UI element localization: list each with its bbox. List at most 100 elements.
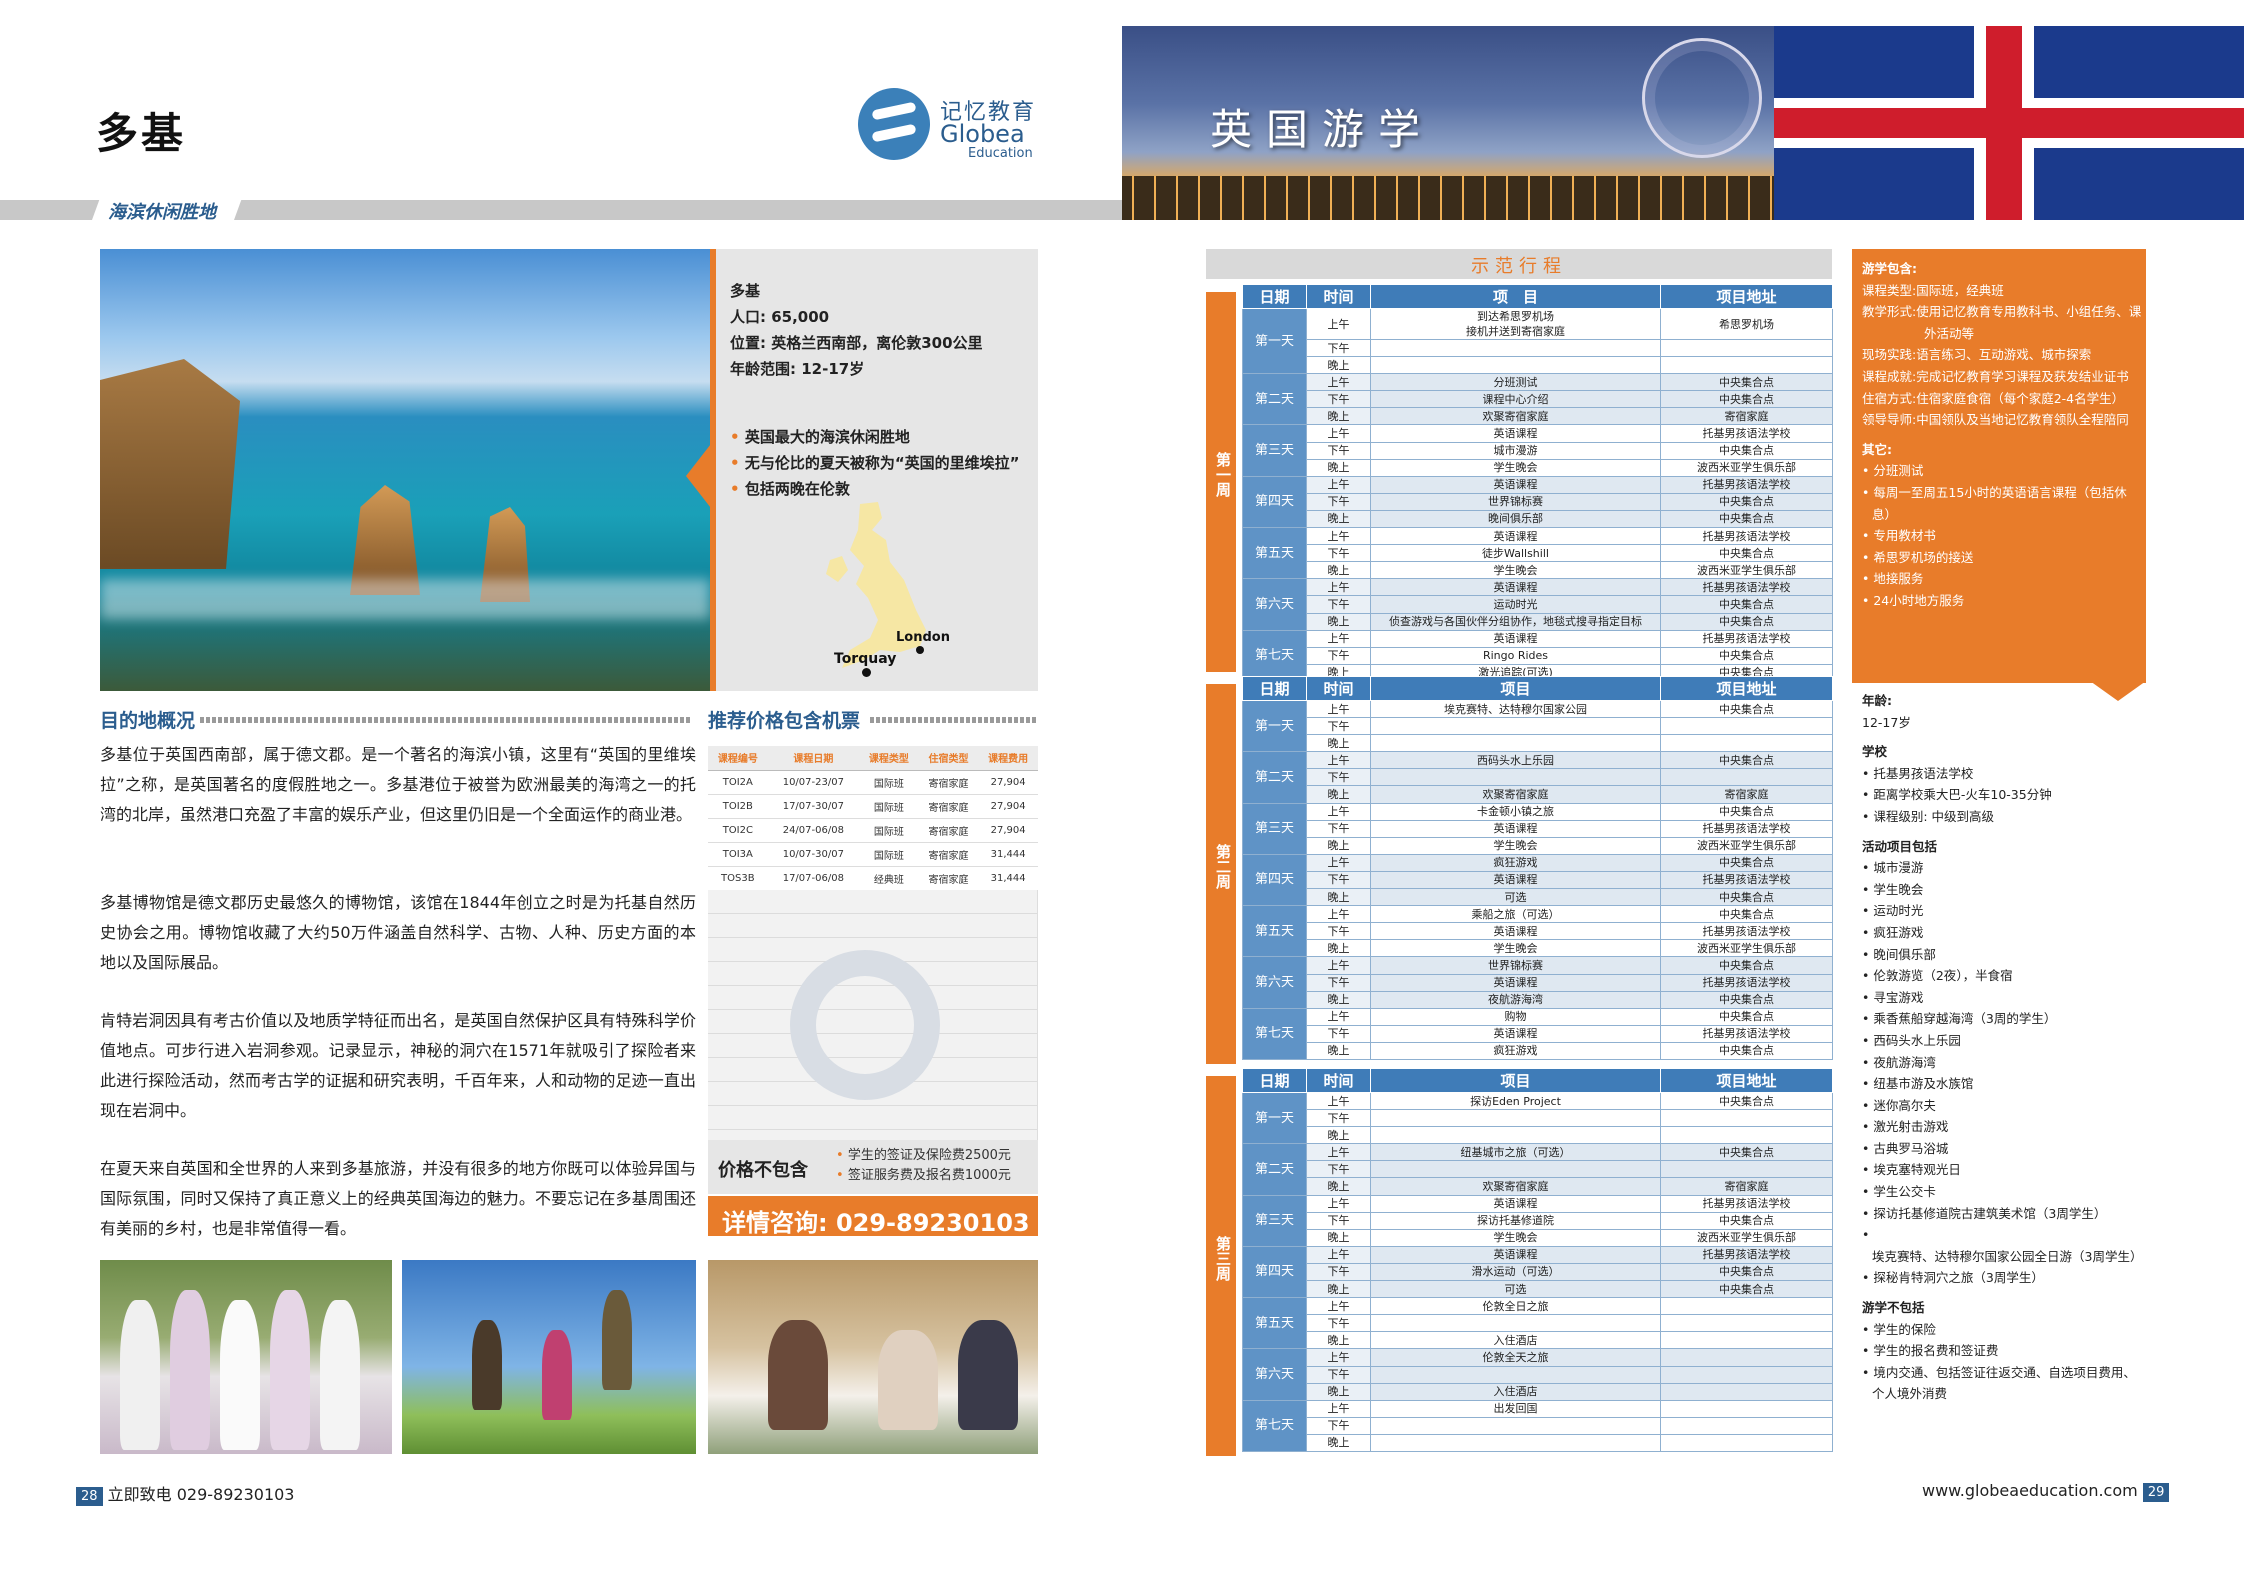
activity-cell — [1370, 768, 1661, 787]
activity-cell: 英语课程 — [1370, 475, 1661, 494]
list-item: • 学生的保险 — [1862, 1321, 1936, 1337]
day-cell: 第四天 — [1242, 475, 1307, 529]
activity-cell — [1370, 717, 1661, 736]
table-row: 第六天 上午 伦敦全天之旅 — [1242, 1348, 1833, 1401]
list-item: • 24小时地方服务 — [1862, 592, 1965, 608]
location-cell: 托基男孩语法学校 — [1660, 1194, 1833, 1213]
list-item: • 晚间俱乐部 — [1862, 946, 1936, 962]
schedule-header: 项 目 — [1370, 284, 1661, 309]
other-title: 其它: — [1862, 441, 1892, 457]
day-cell: 第一天 — [1242, 699, 1307, 753]
exclusions-right-title: 游学不包括 — [1862, 1300, 1925, 1316]
location-cell: 中央集合点 — [1660, 1262, 1833, 1282]
time-slot: 晚上 — [1306, 407, 1371, 426]
page-number: 29 — [2142, 1483, 2170, 1502]
location-cell: 托基男孩语法学校 — [1660, 527, 1833, 546]
schedule-header: 项目地址 — [1660, 676, 1833, 701]
paragraph: 多基位于英国西南部，属于德文郡。是一个著名的海滨小镇，这里有“英国的里维埃拉”之… — [100, 745, 696, 824]
activity-cell — [1370, 338, 1661, 358]
list-item: • 西码头水上乐园 — [1862, 1032, 1961, 1048]
table-row: 晚上 — [1243, 734, 1833, 753]
torquay-dot-icon — [862, 668, 871, 677]
phone-cta[interactable]: 详情咨询: 029-89230103 — [722, 1203, 1030, 1238]
table-row: 下午 — [1243, 1109, 1833, 1128]
time-slot: 下午 — [1306, 646, 1371, 665]
table-row: 下午 世界锦标赛 中央集合点 — [1243, 492, 1833, 511]
location-cell — [1660, 1109, 1833, 1128]
activity-cell: 英语课程 — [1370, 1245, 1661, 1264]
location-cell: 中央集合点 — [1660, 751, 1833, 770]
list-item: • 探访托基修道院古建筑美术馆（3周学生） — [1862, 1205, 2107, 1221]
table-row: 晚上 — [1243, 1433, 1833, 1452]
activities-title: 活动项目包括 — [1862, 838, 1938, 854]
table-row: 第二天 上午 西码头水上乐园 中央集合点 — [1242, 751, 1833, 804]
time-slot: 晚上 — [1306, 1433, 1371, 1452]
time-slot: 下午 — [1306, 717, 1371, 736]
location-cell: 中央集合点 — [1660, 1091, 1833, 1111]
schedule-table-week-3: 日期 时间 项目 项目地址 第一天 上午 探访Eden Project 中央集合点 下午 晚上 第二… — [1242, 1068, 1833, 1452]
time-slot: 晚上 — [1306, 785, 1371, 804]
table-row: 下午 探访托基修道院 中央集合点 — [1243, 1211, 1833, 1230]
activity-cell: 世界锦标赛 — [1370, 956, 1661, 975]
activity-cell: 英语课程 — [1370, 578, 1661, 597]
time-slot: 下午 — [1306, 768, 1371, 787]
time-slot: 上午 — [1306, 527, 1371, 546]
time-slot: 晚上 — [1306, 734, 1371, 753]
location-cell: 波西米亚学生俱乐部 — [1660, 836, 1833, 855]
table-row: 下午 城市漫游 中央集合点 — [1243, 441, 1833, 460]
table-row: 下午 英语课程 托基男孩语法学校 — [1243, 1024, 1833, 1043]
inclusion-item: 教学形式:使用记忆教育专用教科书、小组任务、课外活动等 — [1862, 304, 2142, 341]
time-slot: 上午 — [1306, 1143, 1371, 1162]
footer-url[interactable]: www.globeaeducation.com — [1922, 1481, 2138, 1500]
activity-cell: 入住酒店 — [1370, 1382, 1661, 1401]
list-item: • 学生公交卡 — [1862, 1184, 1936, 1200]
activity-cell: 课程中心介绍 — [1370, 390, 1661, 409]
table-row: 晚上 可选 中央集合点 — [1243, 888, 1833, 907]
location-cell: 中央集合点 — [1660, 646, 1833, 665]
activity-cell — [1370, 1314, 1661, 1333]
table-row: TOI2B 17/07-30/07 国际班 寄宿家庭 27,904 — [708, 794, 1038, 819]
inclusion-item: 课程类型:国际班，经典班 — [1862, 282, 2004, 298]
table-row: 第一天 上午 探访Eden Project 中央集合点 — [1242, 1091, 1833, 1145]
list-item: • 激光射击游戏 — [1862, 1119, 1949, 1135]
time-slot: 晚上 — [1306, 612, 1371, 631]
location-cell: 中央集合点 — [1660, 373, 1833, 392]
globea-logo-icon — [858, 88, 930, 160]
table-row: 第四天 上午 疯狂游戏 中央集合点 — [1242, 853, 1833, 907]
time-slot: 晚上 — [1306, 1280, 1371, 1299]
time-slot: 晚上 — [1306, 888, 1371, 907]
activity-cell: 探访托基修道院 — [1370, 1211, 1661, 1230]
activity-cell: Ringo Rides — [1370, 646, 1661, 665]
activity-cell: 滑水运动（可选） — [1370, 1262, 1661, 1282]
table-row: 第一天 上午 埃克赛特、达特穆尔国家公园 中央集合点 — [1242, 699, 1833, 753]
location-cell: 托基男孩语法学校 — [1660, 870, 1833, 890]
time-slot: 晚上 — [1306, 1228, 1371, 1247]
activity-cell: 探访Eden Project — [1370, 1091, 1661, 1111]
list-item: • 境内交通、包括签证往返交通、自选项目费用、个人境外消费 — [1862, 1364, 2136, 1402]
banner-title: 英国游学 — [1210, 105, 1435, 154]
list-item: • 古典罗马浴城 — [1862, 1140, 1949, 1156]
activity-cell: 入住酒店 — [1370, 1331, 1661, 1350]
location-cell — [1660, 1331, 1833, 1350]
table-row: 晚上 — [1243, 1126, 1833, 1145]
location-cell — [1660, 1297, 1833, 1316]
activity-cell: 疯狂游戏 — [1370, 853, 1661, 872]
time-slot: 晚上 — [1306, 458, 1371, 477]
table-row: 下午 Ringo Rides 中央集合点 — [1243, 646, 1833, 665]
activity-cell: 欢聚寄宿家庭 — [1370, 407, 1661, 426]
table-row: 第六天 上午 世界锦标赛 中央集合点 — [1242, 956, 1833, 1009]
time-slot: 上午 — [1306, 1007, 1371, 1026]
table-row: 第六天 上午 英语课程 托基男孩语法学校 — [1242, 578, 1833, 631]
location-cell — [1660, 768, 1833, 787]
table-row: 第三天 上午 英语课程 托基男孩语法学校 — [1242, 424, 1833, 477]
table-row: 下午 徒步Wallshill 中央集合点 — [1243, 544, 1833, 563]
time-slot: 上午 — [1306, 699, 1371, 719]
table-row: 晚上 学生晚会 波西米亚学生俱乐部 — [1243, 1228, 1833, 1247]
price-header: 课程费用 — [978, 746, 1038, 771]
list-item: • 学生晚会 — [1862, 881, 1924, 897]
time-slot: 上午 — [1306, 802, 1371, 821]
activity-cell — [1370, 356, 1661, 375]
exclusion-item: • 学生的签证及保险费2500元 — [836, 1148, 1011, 1163]
exclusions-list: • 学生的签证及保险费2500元 • 签证服务费及报名费1000元 — [836, 1146, 1011, 1186]
table-row: 下午 英语课程 托基男孩语法学校 — [1243, 870, 1833, 890]
